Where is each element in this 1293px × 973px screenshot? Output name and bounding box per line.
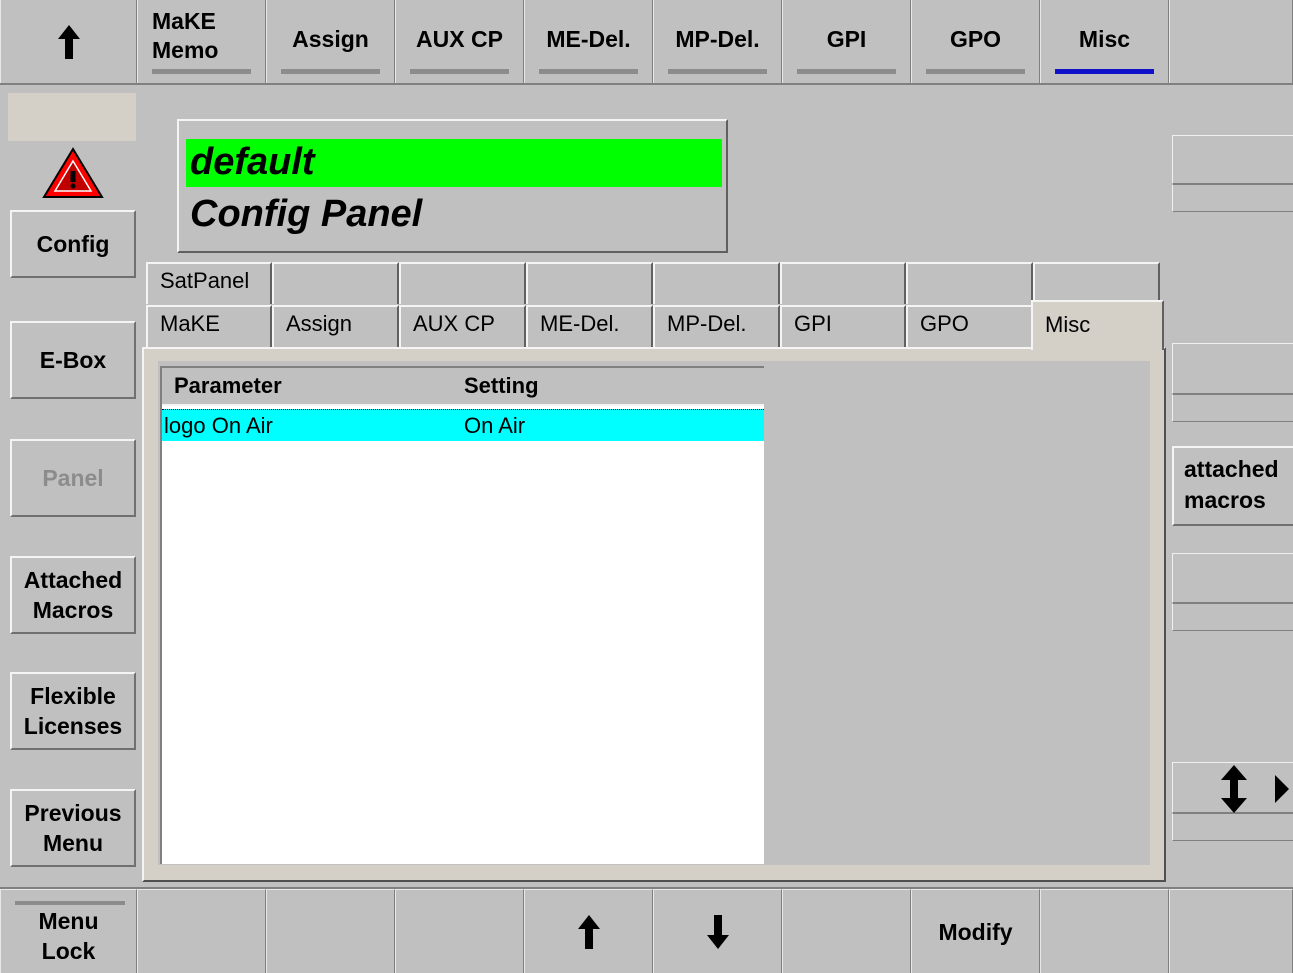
up-down-arrow-icon <box>1221 765 1247 813</box>
scroll-control[interactable] <box>1172 762 1293 813</box>
right-slot-2b[interactable] <box>1172 394 1293 422</box>
right-slot-2a[interactable] <box>1172 343 1293 394</box>
tab-gpi-label: GPI <box>826 25 867 52</box>
modify-button[interactable]: Modify <box>911 889 1040 973</box>
tab-mp-del-label: MP-Del. <box>675 25 760 52</box>
tab-row1-empty[interactable] <box>1033 262 1160 304</box>
flexible-licenses-button-label: Flexible Licenses <box>23 683 123 739</box>
row-setting: On Air <box>464 413 526 438</box>
tab-misc-label: Misc <box>1078 25 1131 52</box>
attached-macros-right-button[interactable]: attached macros <box>1172 446 1293 526</box>
tab-aux-cp-panel[interactable]: AUX CP <box>399 305 526 347</box>
tab-gpi[interactable]: GPI <box>782 0 911 84</box>
right-slot-4b[interactable] <box>1172 813 1293 841</box>
tab-satpanel[interactable]: SatPanel <box>146 262 272 304</box>
bottom-empty-button[interactable] <box>782 889 911 973</box>
tab-gpo-label: GPO <box>949 25 1002 52</box>
tab-me-del-panel[interactable]: ME-Del. <box>526 305 653 347</box>
table-header: Parameter Setting <box>162 368 764 406</box>
config-button-label: Config <box>36 231 110 257</box>
tab-row1-empty[interactable] <box>653 262 780 304</box>
tab-aux-cp[interactable]: AUX CP <box>395 0 524 84</box>
tab-make-label: MaKE <box>160 311 220 336</box>
scroll-down-button[interactable] <box>653 889 782 973</box>
tab-row1-empty[interactable] <box>272 262 399 304</box>
e-box-button-label: E-Box <box>39 347 107 373</box>
table-row[interactable]: logo On Air On Air <box>162 409 764 441</box>
bottom-empty-button[interactable] <box>395 889 524 973</box>
right-slot-1a[interactable] <box>1172 135 1293 184</box>
panel-name: default <box>186 139 722 187</box>
up-menu-button[interactable] <box>0 0 137 84</box>
right-slot-3a[interactable] <box>1172 553 1293 603</box>
tab-gpi-panel-label: GPI <box>794 311 832 336</box>
panel-button-label: Panel <box>42 465 104 491</box>
tab-aux-cp-label: AUX CP <box>416 25 503 52</box>
panel-button[interactable]: Panel <box>10 439 136 517</box>
right-triangle-icon[interactable] <box>1275 775 1289 803</box>
tab-row1-empty[interactable] <box>399 262 526 304</box>
tab-satpanel-label: SatPanel <box>160 268 250 293</box>
top-empty-button[interactable] <box>1169 0 1293 84</box>
menu-lock-label: Menu Lock <box>38 907 99 964</box>
tab-gpo[interactable]: GPO <box>911 0 1040 84</box>
attached-macros-button[interactable]: Attached Macros <box>10 556 136 634</box>
warning-triangle-icon <box>42 147 104 204</box>
column-header-setting[interactable]: Setting <box>464 373 539 399</box>
tab-assign[interactable]: Assign <box>266 0 395 84</box>
modify-button-label: Modify <box>938 918 1013 945</box>
table-area: Parameter Setting logo On Air On Air <box>158 361 1150 865</box>
tab-make-memo[interactable]: MaKE Memo <box>137 0 266 84</box>
down-arrow-icon <box>706 914 729 949</box>
tab-row1-empty[interactable] <box>780 262 906 304</box>
tab-misc[interactable]: Misc <box>1040 0 1169 84</box>
bottom-empty-button[interactable] <box>1040 889 1169 973</box>
header-box: default Config Panel <box>177 119 728 253</box>
tab-misc-panel[interactable]: Misc <box>1031 300 1164 350</box>
right-slot-1b[interactable] <box>1172 184 1293 212</box>
scroll-up-button[interactable] <box>524 889 653 973</box>
up-arrow-icon <box>577 914 600 949</box>
active-tab-indicator <box>1055 69 1154 74</box>
bottom-empty-button[interactable] <box>266 889 395 973</box>
content-panel: Parameter Setting logo On Air On Air <box>142 347 1166 882</box>
tab-me-del-panel-label: ME-Del. <box>540 311 620 336</box>
bottom-empty-button[interactable] <box>1169 889 1293 973</box>
up-arrow-icon <box>57 25 80 59</box>
row-parameter: logo On Air <box>164 413 273 438</box>
column-header-parameter[interactable]: Parameter <box>174 373 282 399</box>
bottom-empty-button[interactable] <box>137 889 266 973</box>
tab-row1-empty[interactable] <box>906 262 1033 304</box>
status-field <box>8 93 136 141</box>
tab-assign-label: Assign <box>292 25 369 52</box>
flexible-licenses-button[interactable]: Flexible Licenses <box>10 672 136 750</box>
tab-assign-panel-label: Assign <box>286 311 353 336</box>
page-title: Config Panel <box>190 193 423 235</box>
tab-me-del-label: ME-Del. <box>546 25 631 52</box>
menu-lock-indicator <box>15 901 125 905</box>
previous-menu-button-label: Previous Menu <box>24 800 122 856</box>
tab-gpo-panel[interactable]: GPO <box>906 305 1033 347</box>
tab-mp-del-panel[interactable]: MP-Del. <box>653 305 780 347</box>
attached-macros-right-label: attached macros <box>1184 456 1279 513</box>
attached-macros-button-label: Attached Macros <box>23 567 123 623</box>
tab-make-memo-label: MaKE Memo <box>152 8 219 63</box>
tab-row1-empty[interactable] <box>526 262 653 304</box>
right-slot-3b[interactable] <box>1172 603 1293 631</box>
e-box-button[interactable]: E-Box <box>10 321 136 399</box>
top-bar-divider <box>0 83 1293 85</box>
tab-me-del[interactable]: ME-Del. <box>524 0 653 84</box>
menu-lock-button[interactable]: Menu Lock <box>0 889 137 973</box>
tab-aux-cp-panel-label: AUX CP <box>413 311 495 336</box>
tab-gpo-panel-label: GPO <box>920 311 969 336</box>
previous-menu-button[interactable]: Previous Menu <box>10 789 136 867</box>
tab-mp-del-panel-label: MP-Del. <box>667 311 747 336</box>
tab-assign-panel[interactable]: Assign <box>272 305 399 347</box>
tab-misc-panel-label: Misc <box>1045 312 1091 337</box>
parameter-table: Parameter Setting logo On Air On Air <box>160 366 764 864</box>
config-button[interactable]: Config <box>10 210 136 278</box>
tab-mp-del[interactable]: MP-Del. <box>653 0 782 84</box>
tab-gpi-panel[interactable]: GPI <box>780 305 906 347</box>
tab-make[interactable]: MaKE <box>146 305 272 347</box>
